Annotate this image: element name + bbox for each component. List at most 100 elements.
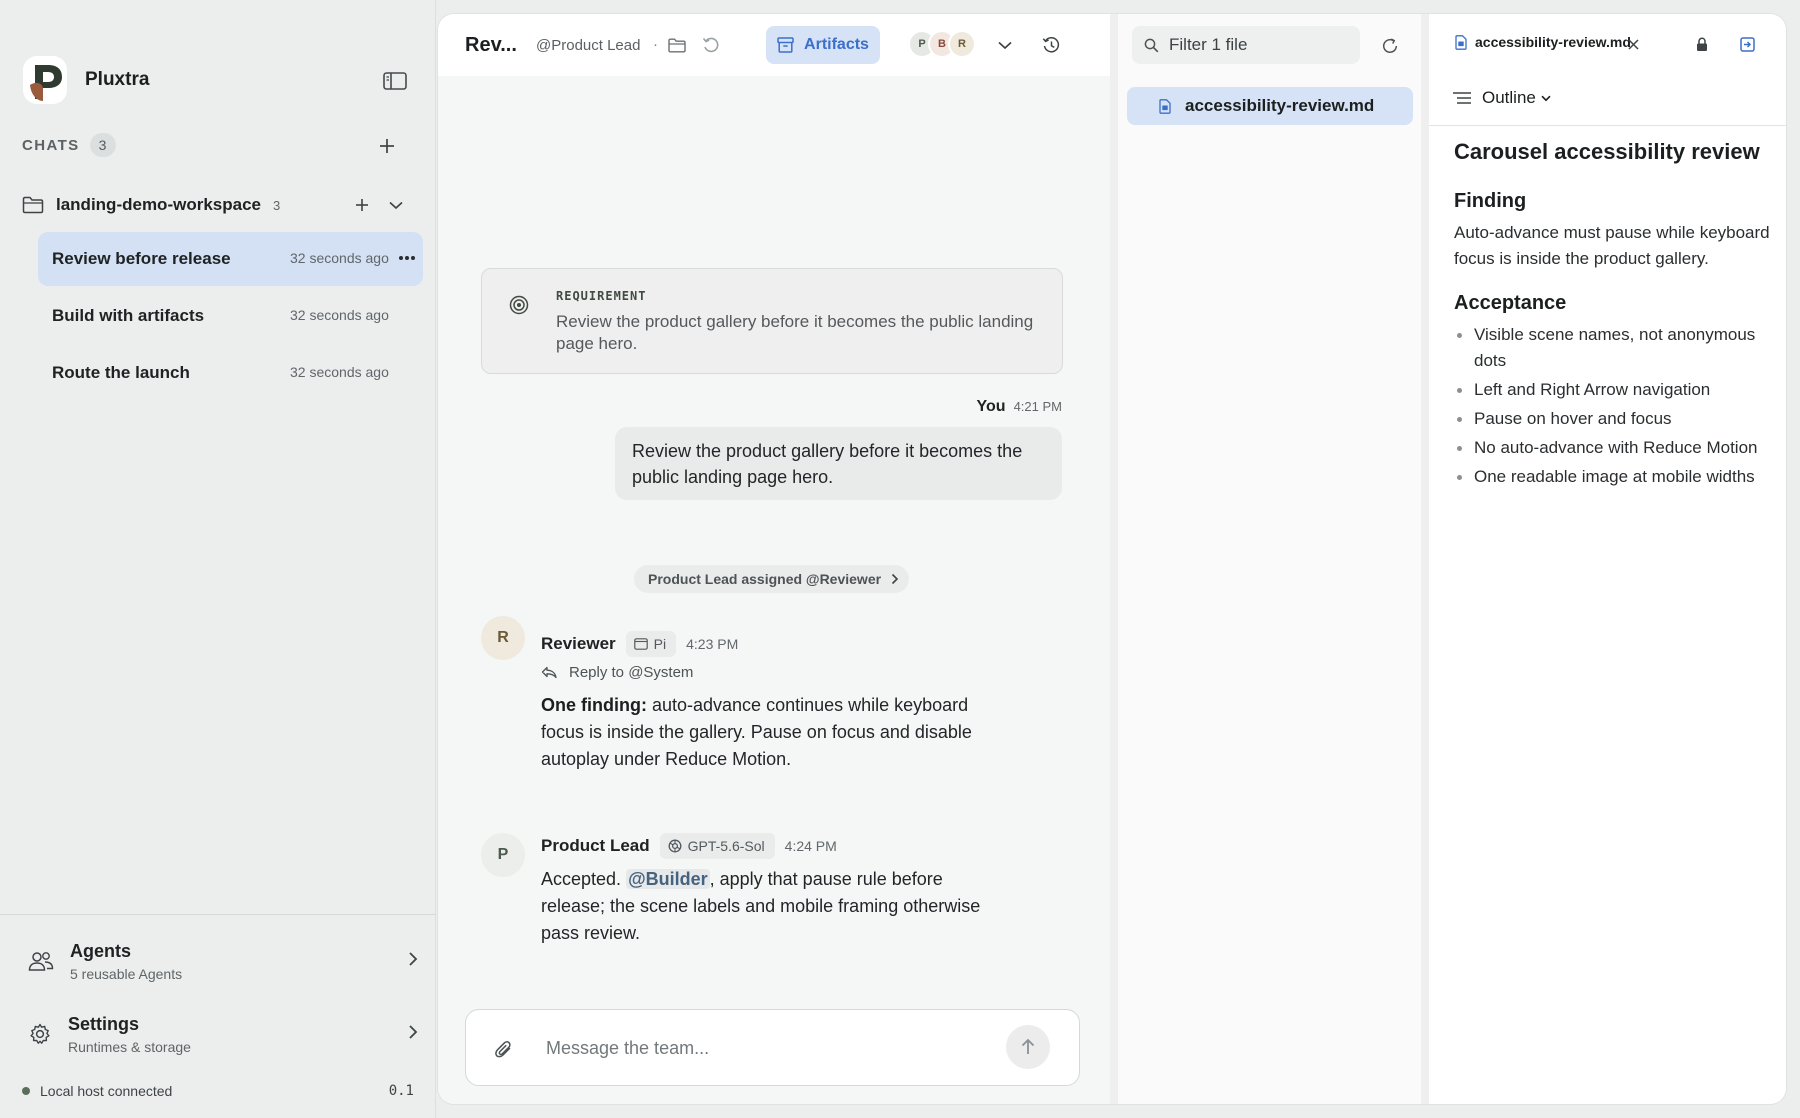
settings-subtitle: Runtimes & storage bbox=[68, 1038, 191, 1055]
document-tab[interactable]: accessibility-review.md bbox=[1455, 34, 1631, 50]
archive-icon bbox=[777, 37, 794, 53]
workspace-name: landing-demo-workspace bbox=[56, 195, 261, 214]
finding-heading: Finding bbox=[1454, 190, 1527, 212]
chat-toolbar: Rev... @Product Lead · Artifacts P B R bbox=[438, 14, 1110, 76]
exit-panel-button[interactable] bbox=[1738, 35, 1756, 53]
acceptance-list: Visible scene names, not anonymous dots … bbox=[1454, 322, 1776, 490]
artifacts-button[interactable]: Artifacts bbox=[766, 26, 880, 64]
file-name: accessibility-review.md bbox=[1185, 96, 1375, 115]
chat-item-title: Route the launch bbox=[52, 363, 190, 382]
reply-reference[interactable]: Reply to @System bbox=[541, 664, 693, 681]
exit-panel-icon bbox=[1739, 36, 1755, 52]
chat-item-review-before-release[interactable]: Review before release 32 seconds ago bbox=[38, 232, 423, 286]
ellipsis-icon bbox=[399, 256, 415, 260]
model-badge: GPT-5.6-Sol bbox=[659, 833, 775, 859]
message-body: Accepted. @Builder, apply that pause rul… bbox=[541, 866, 1011, 947]
refresh-files-button[interactable] bbox=[1378, 34, 1402, 58]
outline-toolbar: Outline bbox=[1429, 76, 1786, 126]
message-composer bbox=[465, 1009, 1080, 1086]
arrow-up-icon bbox=[1021, 1038, 1035, 1054]
folder-icon bbox=[22, 196, 44, 214]
chat-options-button[interactable] bbox=[398, 246, 416, 270]
message-time: 4:23 PM bbox=[686, 636, 739, 652]
file-filter-input[interactable] bbox=[1169, 35, 1349, 55]
model-name: GPT-5.6-Sol bbox=[687, 838, 765, 854]
sidebar-toggle-button[interactable] bbox=[381, 69, 409, 93]
new-chat-button[interactable] bbox=[375, 134, 399, 158]
workspace-new-chat-button[interactable] bbox=[352, 195, 372, 215]
chats-count-badge: 3 bbox=[89, 133, 116, 157]
pane-resize-handle[interactable] bbox=[1421, 14, 1429, 1104]
agents-subtitle: 5 reusable Agents bbox=[70, 965, 183, 982]
requirement-card: REQUIREMENT Review the product gallery b… bbox=[481, 268, 1063, 374]
avatar: R bbox=[481, 616, 525, 660]
outline-label: Outline bbox=[1482, 88, 1536, 107]
lock-button[interactable] bbox=[1693, 35, 1711, 53]
agents-link[interactable]: Agents 5 reusable Agents bbox=[28, 936, 418, 986]
paperclip-icon bbox=[495, 1041, 511, 1058]
chevron-down-icon bbox=[1541, 95, 1551, 101]
user-mention[interactable]: @Builder bbox=[626, 869, 710, 889]
requirement-text: Review the product gallery before it bec… bbox=[556, 312, 1034, 353]
plus-icon bbox=[356, 199, 368, 211]
status-text: Local host connected bbox=[40, 1083, 173, 1099]
message-body: One finding: auto-advance continues whil… bbox=[541, 692, 1011, 773]
send-button[interactable] bbox=[1006, 1025, 1050, 1069]
acceptance-heading: Acceptance bbox=[1454, 292, 1567, 314]
status-dot-icon bbox=[22, 1087, 30, 1095]
close-tab-button[interactable] bbox=[1625, 36, 1641, 52]
chat-item-route-the-launch[interactable]: Route the launch 32 seconds ago bbox=[38, 346, 423, 400]
file-item-accessibility-review[interactable]: accessibility-review.md bbox=[1127, 87, 1413, 125]
chat-item-build-with-artifacts[interactable]: Build with artifacts 32 seconds ago bbox=[38, 289, 423, 343]
chat-lead-mention: @Product Lead bbox=[536, 37, 641, 54]
finding-text: Auto-advance must pause while keyboard f… bbox=[1454, 223, 1770, 268]
settings-link[interactable]: Settings Runtimes & storage bbox=[28, 1009, 418, 1059]
sender-name: Product Lead bbox=[541, 836, 650, 855]
list-item: Pause on hover and focus bbox=[1454, 406, 1776, 432]
history-button[interactable] bbox=[1040, 34, 1062, 56]
sidebar: Pluxtra CHATS 3 landing-demo-workspace 3 bbox=[0, 0, 436, 1118]
undo-button[interactable] bbox=[700, 34, 722, 56]
plus-icon bbox=[380, 139, 394, 153]
list-item: One readable image at mobile widths bbox=[1454, 464, 1776, 490]
message-header: Product Lead GPT-5.6-Sol 4:24 PM bbox=[541, 832, 837, 860]
main-panel: Rev... @Product Lead · Artifacts P B R R… bbox=[438, 14, 1786, 1104]
openai-icon bbox=[668, 839, 682, 853]
chats-label: CHATS bbox=[22, 136, 80, 154]
close-icon bbox=[1627, 38, 1639, 50]
users-icon bbox=[28, 952, 54, 971]
document-title: Carousel accessibility review bbox=[1454, 139, 1760, 164]
refresh-icon bbox=[1382, 38, 1398, 54]
requirement-label: REQUIREMENT bbox=[556, 289, 647, 303]
agents-title: Agents bbox=[70, 940, 132, 961]
message-input[interactable] bbox=[546, 1032, 986, 1064]
list-item: No auto-advance with Reduce Motion bbox=[1454, 435, 1776, 461]
version-label: 0.1 bbox=[388, 1083, 414, 1099]
file-filter[interactable] bbox=[1132, 26, 1360, 64]
gear-icon bbox=[30, 1023, 50, 1044]
model-name: Pi bbox=[653, 636, 667, 652]
brand: Pluxtra bbox=[22, 55, 149, 105]
connection-status: Local host connected 0.1 bbox=[22, 1080, 414, 1102]
chevron-right-icon bbox=[409, 952, 418, 966]
files-pane: accessibility-review.md bbox=[1118, 14, 1421, 1104]
open-folder-button[interactable] bbox=[666, 34, 688, 56]
file-icon bbox=[1455, 34, 1467, 50]
message-header: Reviewer Pi 4:23 PM bbox=[541, 630, 738, 658]
attach-button[interactable] bbox=[492, 1037, 516, 1061]
brand-logo-icon bbox=[23, 56, 67, 104]
document-pane: accessibility-review.md Outline Carousel… bbox=[1429, 14, 1786, 1104]
message-time: 4:24 PM bbox=[784, 838, 837, 854]
folder-icon bbox=[668, 38, 686, 52]
assignment-event[interactable]: Product Lead assigned @Reviewer bbox=[634, 565, 910, 593]
outline-dropdown[interactable]: Outline bbox=[1452, 88, 1551, 108]
chat-item-title: Build with artifacts bbox=[52, 306, 205, 325]
participants-dropdown-button[interactable] bbox=[994, 34, 1016, 56]
participants-avatars[interactable]: P B R bbox=[908, 30, 976, 60]
workspace-collapse-button[interactable] bbox=[386, 195, 406, 215]
list-item: Left and Right Arrow navigation bbox=[1454, 377, 1776, 403]
document-tab-label: accessibility-review.md bbox=[1475, 34, 1631, 50]
search-icon bbox=[1144, 38, 1159, 52]
document-content: Carousel accessibility review Finding Au… bbox=[1454, 138, 1776, 493]
pane-resize-handle[interactable] bbox=[1110, 14, 1118, 1104]
